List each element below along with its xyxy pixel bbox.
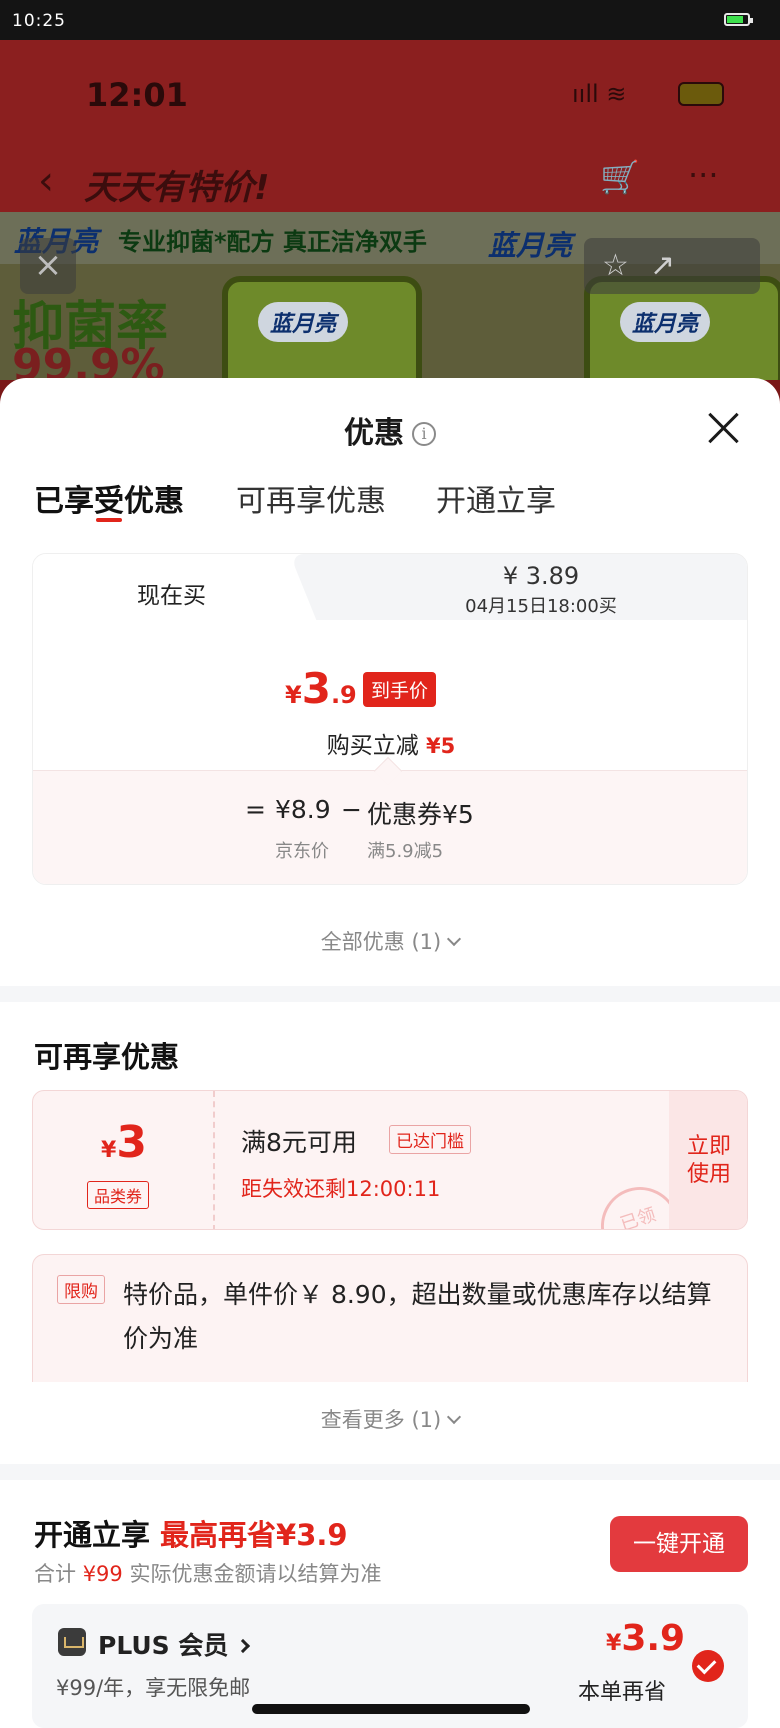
close-button[interactable]	[706, 410, 742, 446]
final-price: ¥3.9	[285, 664, 357, 713]
share-icon: ↗	[650, 248, 676, 283]
plus-section-title: 开通立享 最高再省¥3.9	[34, 1518, 348, 1552]
limit-text: 特价品，单件价￥ 8.90，超出数量或优惠库存以结算价为准	[123, 1280, 712, 1353]
formula-jd-price: ¥8.9	[275, 795, 331, 824]
section-divider	[0, 1464, 780, 1480]
status-bar: 10:25	[0, 0, 780, 40]
home-indicator	[252, 1704, 530, 1714]
favorite-share-bar: ☆ ↗	[584, 238, 760, 294]
cart-icon: 🛒	[600, 158, 640, 196]
plus-save-amount: ¥3.9	[606, 1618, 686, 1659]
tab-buy-later[interactable]: ¥ 3.89 04月15日18:00买	[333, 554, 747, 620]
section-divider	[0, 986, 780, 1002]
plus-member-name[interactable]: PLUS 会员	[98, 1626, 251, 1662]
sheet-title: 优惠 i	[0, 408, 780, 452]
coupon-type-badge: 品类券	[87, 1181, 150, 1209]
page-title: 天天有特价!	[84, 168, 270, 208]
limit-badge: 限购	[57, 1275, 105, 1304]
purchase-limit-note: 限购 特价品，单件价￥ 8.90，超出数量或优惠库存以结算价为准	[32, 1254, 748, 1382]
threshold-reached-badge: 已达门槛	[389, 1125, 471, 1154]
later-time: 04月15日18:00买	[465, 596, 617, 617]
use-now-label: 立即使用	[686, 1134, 731, 1187]
buy-now-label: 现在买	[137, 583, 206, 609]
back-icon: ‹	[38, 158, 54, 204]
use-now-button[interactable]: 立即使用	[669, 1091, 747, 1229]
coupon-amount-block: ¥3 品类券	[33, 1091, 215, 1229]
price-formula: = ¥8.9 − 优惠券¥5 京东价 满5.9减5	[33, 756, 747, 884]
plus-section-subtitle: 合计 ¥99 实际优惠金额请以结算为准	[34, 1562, 382, 1586]
brand-logo-2: 蓝月亮	[488, 229, 573, 262]
coupon-countdown: 距失效还剩12:00:11	[241, 1177, 441, 1201]
plus-member-desc: ¥99/年，享无限免邮	[56, 1676, 251, 1700]
coupon-card: ¥3 品类券 满8元可用 已达门槛 距失效还剩12:00:11 已领 立即使用	[32, 1090, 748, 1230]
chevron-right-icon	[236, 1638, 251, 1654]
background-product-page: 12:01 ııll ≋ ‹ 天天有特价! 🛒 ··· 蓝月亮 专业抑菌*配方 …	[0, 40, 780, 380]
reduce-text: 购买立减 ¥5	[326, 733, 456, 759]
all-discount-label: 全部优惠 (1)	[320, 930, 442, 954]
plus-save-label: 本单再省	[578, 1680, 667, 1705]
banner-rate: 99.9%	[12, 340, 165, 380]
inner-status-time: 12:01	[86, 76, 188, 114]
price-card: 现在买 ¥ 3.89 04月15日18:00买 ¥3.9 到手价 购买立减 ¥5…	[32, 553, 748, 885]
banner-slogan: 专业抑菌*配方 真正洁净双手	[118, 228, 427, 256]
product-pack-image: 蓝月亮	[222, 276, 422, 380]
battery-icon	[724, 13, 753, 26]
see-more-label: 查看更多 (1)	[320, 1408, 442, 1432]
close-icon: ×	[20, 238, 76, 294]
chevron-down-icon	[447, 1409, 462, 1425]
coupon-amount: ¥3	[101, 1117, 147, 1168]
more-offers-title: 可再享优惠	[34, 1040, 180, 1074]
tab-underline	[96, 518, 122, 522]
sheet-title-text: 优惠	[344, 416, 404, 451]
star-icon: ☆	[602, 248, 629, 283]
coupon-rule-label: 满5.9减5	[367, 841, 444, 862]
formula-minus: −	[341, 795, 362, 824]
check-circle-icon[interactable]	[692, 1650, 724, 1682]
signal-wifi-icon: ııll ≋	[572, 80, 627, 108]
final-price-block: ¥3.9 到手价 购买立减 ¥5	[33, 620, 747, 770]
tab-more-offers[interactable]: 可再享优惠	[236, 476, 386, 520]
later-price: ¥ 3.89	[502, 562, 580, 590]
formula-coupon: 优惠券¥5	[367, 800, 474, 829]
tab-buy-now[interactable]: 现在买	[33, 554, 333, 626]
coupon-condition: 满8元可用	[241, 1128, 357, 1157]
all-discount-toggle[interactable]: 全部优惠 (1)	[0, 926, 780, 956]
see-more-toggle[interactable]: 查看更多 (1)	[0, 1404, 780, 1434]
formula-equals: =	[245, 795, 266, 824]
jd-price-label: 京东价	[275, 841, 329, 862]
discount-sheet: 优惠 i 已享受优惠 可再享优惠 开通立享 现在买 ¥ 3.89 04月15日18…	[0, 378, 780, 1728]
tab-open-enjoy[interactable]: 开通立享	[436, 476, 556, 520]
info-icon[interactable]: i	[412, 422, 436, 446]
open-plus-button[interactable]: 一键开通	[610, 1516, 748, 1572]
more-icon: ···	[688, 156, 719, 194]
tab-enjoyed[interactable]: 已享受优惠	[34, 476, 184, 520]
status-time: 10:25	[12, 11, 66, 31]
inner-battery-icon	[678, 82, 724, 106]
crown-icon	[58, 1628, 86, 1656]
chevron-down-icon	[447, 931, 462, 947]
final-price-tag: 到手价	[363, 672, 437, 707]
